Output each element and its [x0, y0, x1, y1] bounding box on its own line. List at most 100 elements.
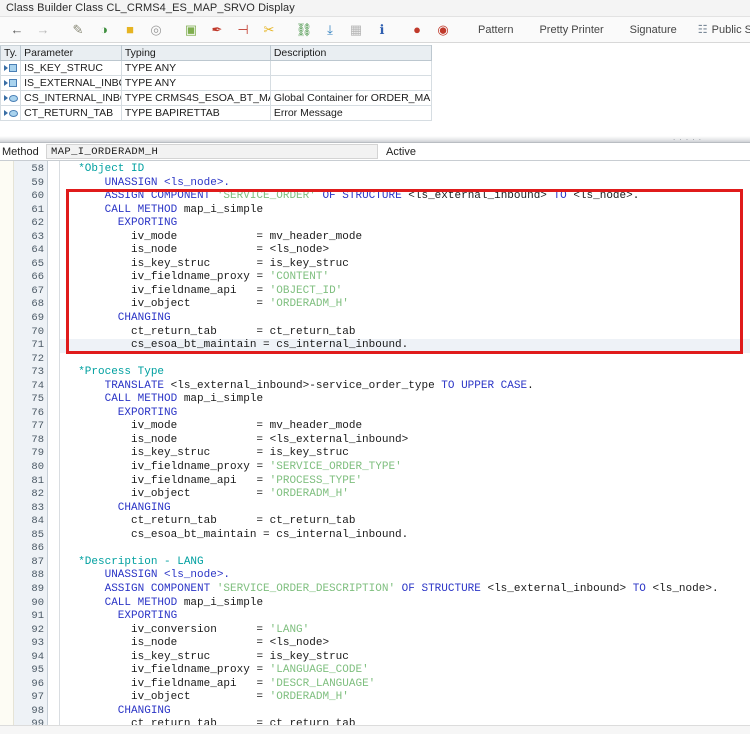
inactive-objects-icon[interactable]: ▣: [178, 18, 204, 42]
code-token: iv_fieldname_api: [65, 284, 237, 297]
code-token: =: [190, 488, 270, 501]
public-section-button[interactable]: ☷Public Section: [690, 23, 750, 37]
code-line[interactable]: [60, 353, 750, 367]
splitter-bar[interactable]: . . . . .: [0, 134, 750, 143]
class-hierarchy-icon[interactable]: ⛓: [291, 18, 317, 42]
section-icon: ☷: [697, 24, 708, 36]
panel-splitter[interactable]: . . . . .: [0, 121, 750, 143]
code-line[interactable]: is_node = <ls_node>: [60, 637, 750, 651]
code-token: =: [210, 257, 270, 270]
code-line[interactable]: iv_mode = mv_header_mode: [60, 231, 750, 245]
table-row[interactable]: IS_EXTERNAL_INBOUNDTYPE ANY: [0, 75, 433, 91]
breakpoint-icon[interactable]: ●: [404, 18, 430, 42]
cell-parameter: IS_KEY_STRUC: [20, 60, 122, 76]
code-token: .: [527, 379, 534, 392]
code-line[interactable]: cs_esoa_bt_maintain = cs_internal_inboun…: [60, 339, 750, 353]
signature-button[interactable]: Signature: [617, 24, 690, 36]
code-line[interactable]: UNASSIGN <ls_node>.: [60, 569, 750, 583]
code-line[interactable]: CHANGING: [60, 312, 750, 326]
insert-statement-icon[interactable]: ⊣: [230, 18, 256, 42]
code-line[interactable]: UNASSIGN <ls_node>.: [60, 177, 750, 191]
line-number: 98: [31, 704, 44, 717]
cell-typing: TYPE BAPIRETTAB: [120, 105, 271, 121]
back-icon[interactable]: ←: [4, 18, 30, 42]
column-header-type[interactable]: Ty.: [0, 45, 22, 61]
table-row[interactable]: CT_RETURN_TAB TYPE BAPIRETTAB Error Messag…: [0, 105, 433, 121]
code-line[interactable]: iv_fieldname_proxy = 'LANGUAGE_CODE': [60, 664, 750, 678]
check-syntax-icon[interactable]: ◑: [91, 18, 117, 42]
pattern-insert-icon[interactable]: ✂: [256, 18, 282, 42]
code-editor[interactable]: 58 59 60 61 62 63 64 65 66 67 68 69 70 71 72 73 74 75 76 77…: [0, 161, 750, 734]
code-line[interactable]: EXPORTING: [60, 407, 750, 421]
code-token: is_node: [65, 433, 178, 446]
code-line[interactable]: iv_object = 'ORDERADM_H': [60, 298, 750, 312]
code-line[interactable]: CALL METHOD map_i_simple: [60, 204, 750, 218]
code-line[interactable]: CHANGING: [60, 502, 750, 516]
code-line[interactable]: is_node = <ls_node>: [60, 244, 750, 258]
code-line[interactable]: *Description - LANG: [60, 556, 750, 570]
column-header-typing[interactable]: Typing: [120, 45, 271, 61]
editor-left-rail: [0, 161, 14, 734]
table-display-icon[interactable]: ▦: [343, 18, 369, 42]
table-row[interactable]: CS_INTERNAL_INBOUNDTYPE CRMS4S_ESOA_BT_M…: [0, 90, 433, 106]
fold-margin[interactable]: [48, 161, 60, 734]
line-number: 88: [31, 569, 44, 582]
code-token: =: [216, 515, 270, 528]
code-line[interactable]: *Object ID: [60, 163, 750, 177]
column-header-description[interactable]: Description: [269, 45, 433, 61]
code-line[interactable]: iv_fieldname_api = 'PROCESS_TYPE': [60, 475, 750, 489]
info-icon[interactable]: ℹ: [369, 18, 395, 42]
display-change-icon[interactable]: ✎: [65, 18, 91, 42]
code-line[interactable]: [60, 542, 750, 556]
where-used-icon[interactable]: ◎: [143, 18, 169, 42]
code-token: =: [236, 474, 270, 487]
code-line[interactable]: ASSIGN COMPONENT 'SERVICE_ORDER' OF STRU…: [60, 190, 750, 204]
code-line[interactable]: ct_return_tab = ct_return_tab: [60, 515, 750, 529]
code-line[interactable]: *Process Type: [60, 366, 750, 380]
code-line[interactable]: EXPORTING: [60, 217, 750, 231]
code-line[interactable]: iv_conversion = 'LANG': [60, 624, 750, 638]
code-line[interactable]: EXPORTING: [60, 610, 750, 624]
code-line[interactable]: is_node = <ls_external_inbound>: [60, 434, 750, 448]
pretty-printer-icon[interactable]: ✒: [204, 18, 230, 42]
column-header-parameter[interactable]: Parameter: [20, 45, 122, 61]
code-token: =: [190, 298, 270, 311]
code-line[interactable]: iv_fieldname_proxy = 'CONTENT': [60, 271, 750, 285]
parameters-table: Ty. Parameter Typing Description IS_KEY_…: [0, 45, 433, 121]
watchpoint-icon[interactable]: ◉: [430, 18, 456, 42]
code-line[interactable]: iv_object = 'ORDERADM_H': [60, 488, 750, 502]
code-line[interactable]: iv_fieldname_api = 'OBJECT_ID': [60, 285, 750, 299]
code-line[interactable]: iv_fieldname_api = 'DESCR_LANGUAGE': [60, 678, 750, 692]
code-token: cs_internal_inbound.: [276, 528, 409, 541]
code-line[interactable]: iv_fieldname_proxy = 'SERVICE_ORDER_TYPE…: [60, 461, 750, 475]
code-token: =: [236, 677, 270, 690]
code-token: ct_return_tab: [65, 325, 217, 338]
pretty-printer-button[interactable]: Pretty Printer: [526, 24, 616, 36]
code-line[interactable]: TRANSLATE <ls_external_inbound>-service_…: [60, 380, 750, 394]
code-token: =: [177, 230, 270, 243]
code-line[interactable]: is_key_struc = is_key_struc: [60, 447, 750, 461]
code-line[interactable]: ct_return_tab = ct_return_tab: [60, 326, 750, 340]
code-line[interactable]: cs_esoa_bt_maintain = cs_internal_inboun…: [60, 529, 750, 543]
code-token: TRANSLATE: [65, 379, 171, 392]
redefine-icon[interactable]: ⤓: [317, 18, 343, 42]
code-line[interactable]: CALL METHOD map_i_simple: [60, 393, 750, 407]
code-line[interactable]: iv_mode = mv_header_mode: [60, 420, 750, 434]
pattern-button[interactable]: Pattern: [465, 24, 526, 36]
code-line[interactable]: ASSIGN COMPONENT 'SERVICE_ORDER_DESCRIPT…: [60, 583, 750, 597]
code-line[interactable]: is_key_struc = is_key_struc: [60, 258, 750, 272]
code-line[interactable]: CALL METHOD map_i_simple: [60, 597, 750, 611]
code-token: 'OBJECT_ID': [269, 284, 343, 297]
importing-param-icon: [0, 60, 22, 76]
forward-icon[interactable]: →: [30, 18, 56, 42]
cell-description: [269, 75, 433, 91]
method-name-field[interactable]: MAP_I_ORDERADM_H: [46, 144, 378, 159]
code-token: 'DESCR_LANGUAGE': [269, 677, 376, 690]
code-line[interactable]: CHANGING: [60, 705, 750, 719]
code-line[interactable]: is_key_struc = is_key_struc: [60, 651, 750, 665]
source-code-text[interactable]: *Object ID UNASSIGN <ls_node>. ASSIGN CO…: [60, 161, 750, 734]
code-token: 'LANG': [269, 623, 310, 636]
activate-icon[interactable]: ■: [117, 18, 143, 42]
code-line[interactable]: iv_object = 'ORDERADM_H': [60, 691, 750, 705]
table-row[interactable]: IS_KEY_STRUC TYPE ANY: [0, 60, 433, 76]
